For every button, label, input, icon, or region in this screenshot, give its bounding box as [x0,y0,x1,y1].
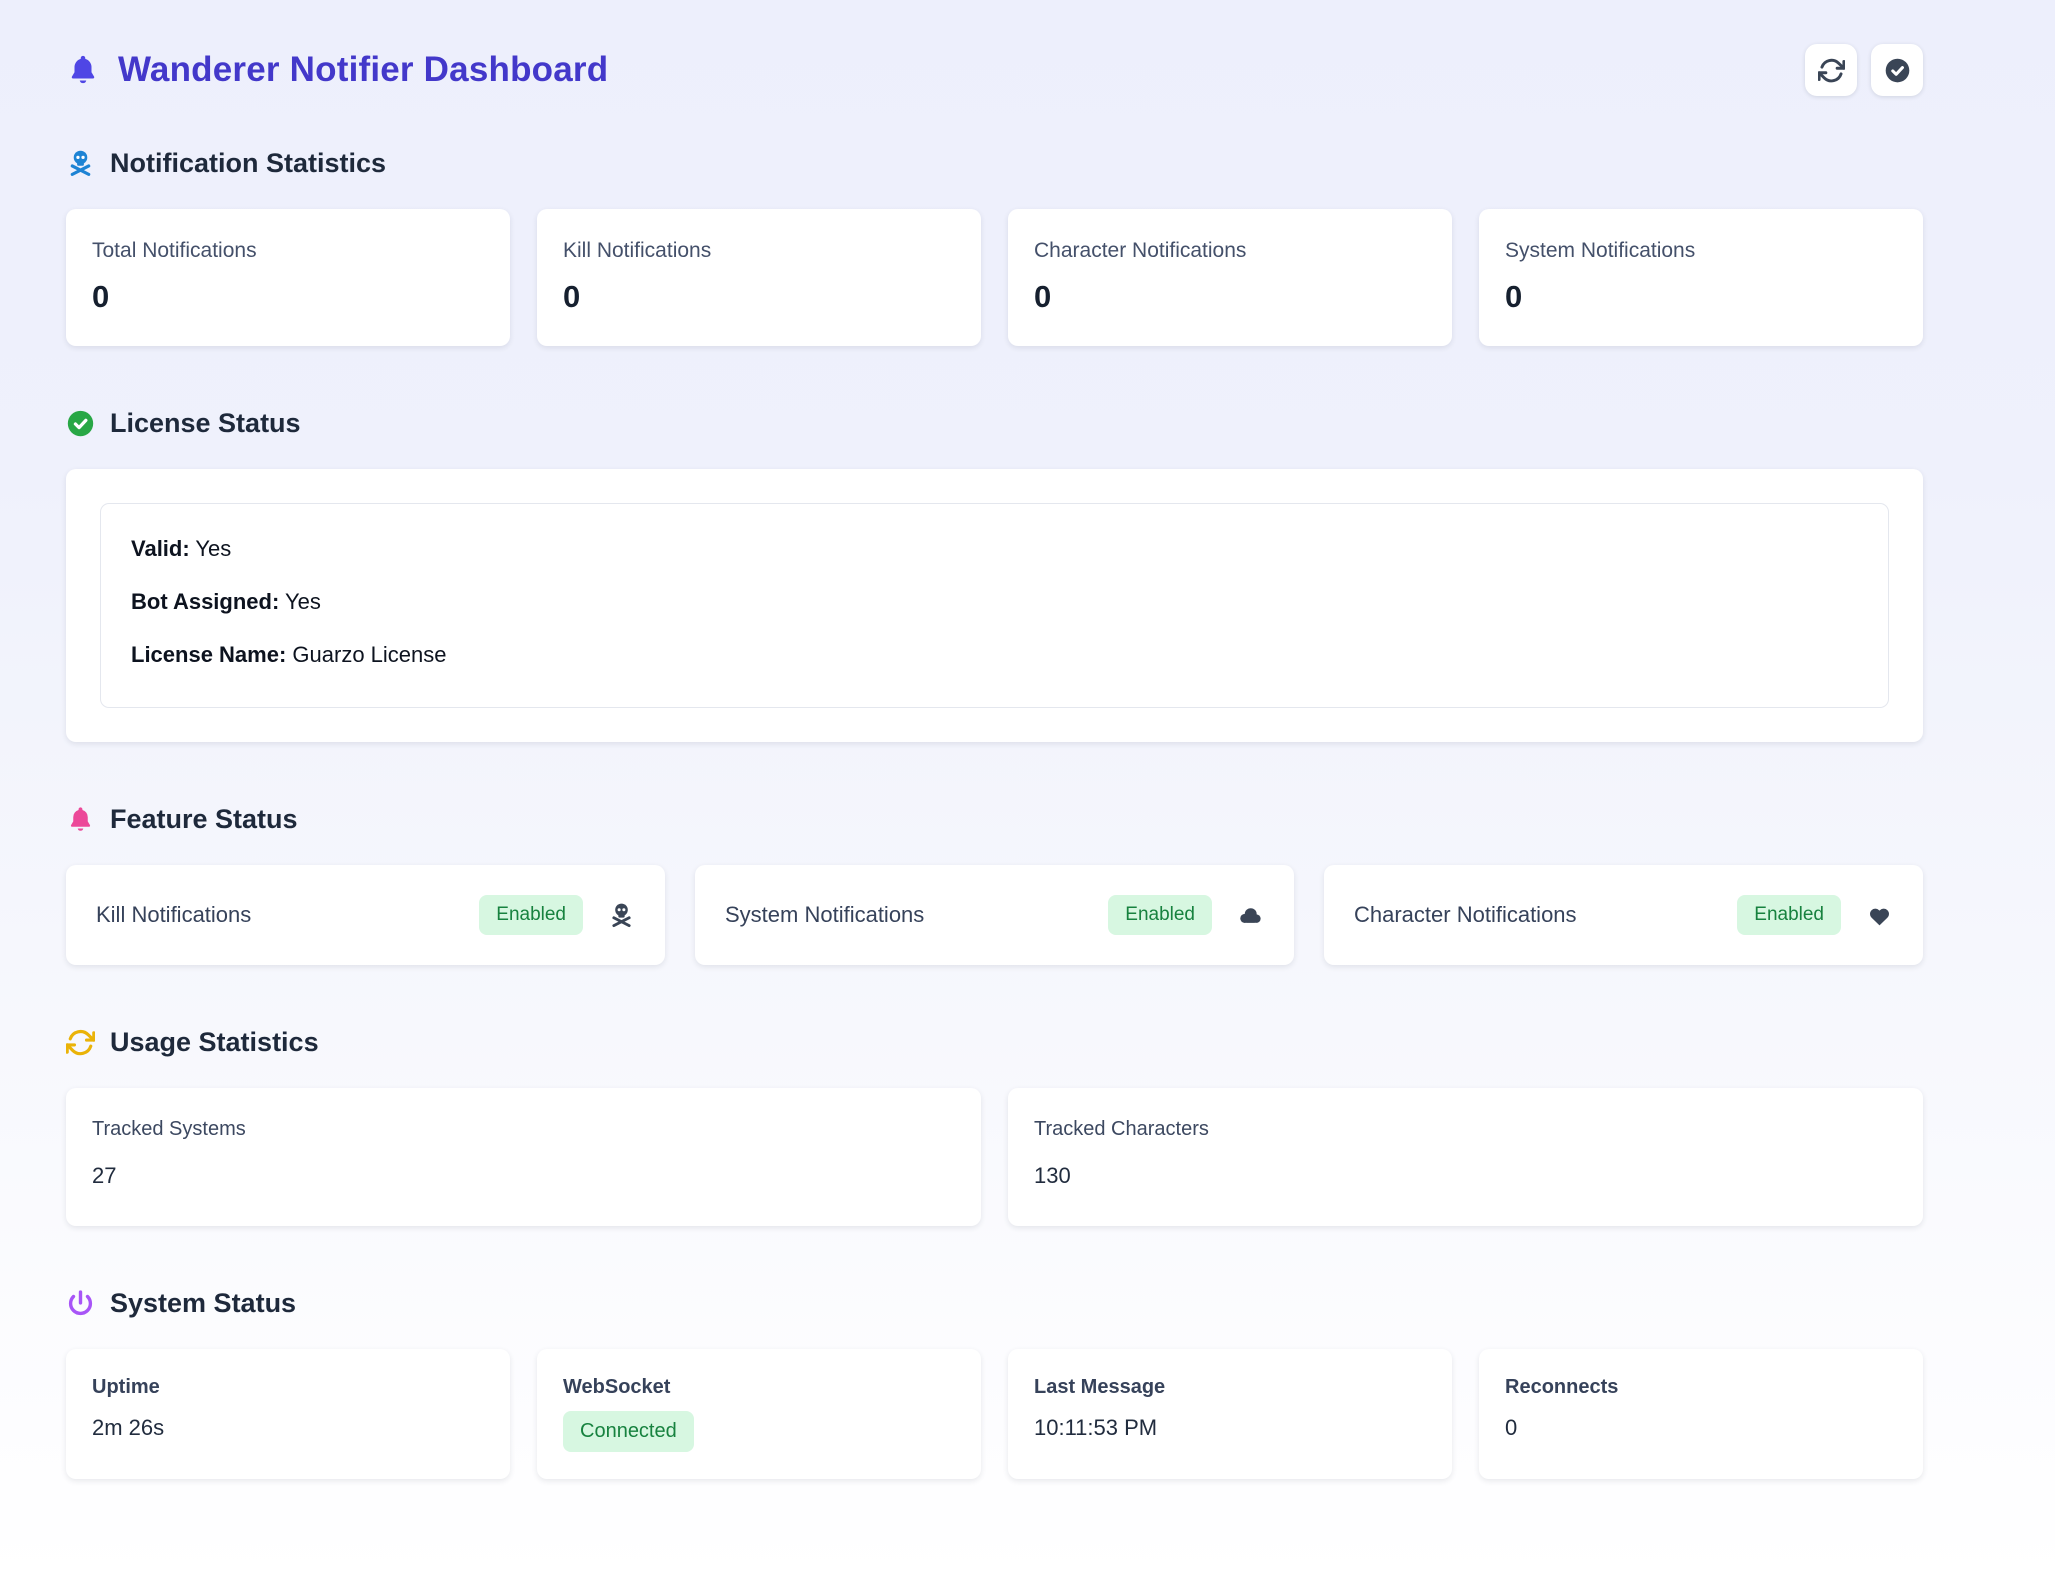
field-value: Guarzo License [292,642,446,667]
system-card-uptime: Uptime 2m 26s [66,1349,510,1479]
stat-card-character-notifications: Character Notifications 0 [1008,209,1452,346]
section-title: License Status [110,408,301,439]
section-title: Feature Status [110,804,298,835]
section-header: Usage Statistics [66,1027,1923,1058]
bell-icon [66,805,95,834]
feature-card-character-notifications: Character Notifications Enabled [1324,865,1923,965]
section-feature-status: Feature Status Kill Notifications Enable… [66,804,1923,965]
feature-card-kill-notifications: Kill Notifications Enabled [66,865,665,965]
stat-label: System Notifications [1505,239,1897,263]
system-card-last-message: Last Message 10:11:53 PM [1008,1349,1452,1479]
stat-card-kill-notifications: Kill Notifications 0 [537,209,981,346]
stat-value: 0 [1505,1415,1897,1441]
field-label: Bot Assigned: [131,589,279,614]
stat-value: 10:11:53 PM [1034,1415,1426,1441]
feature-label: System Notifications [725,902,924,928]
feature-status-group: Enabled [1108,895,1264,935]
refresh-icon [66,1028,95,1057]
section-title: System Status [110,1288,296,1319]
check-circle-icon [1884,57,1911,84]
status-badge: Enabled [479,895,583,935]
page-title: Wanderer Notifier Dashboard [118,50,608,90]
power-icon [66,1289,95,1318]
feature-label: Character Notifications [1354,902,1577,928]
license-valid-row: Valid: Yes [131,536,1858,562]
heart-icon [1866,902,1893,929]
header-actions [1805,44,1923,96]
license-card: Valid: Yes Bot Assigned: Yes License Nam… [66,469,1923,742]
stat-label: Tracked Characters [1034,1118,1897,1141]
stat-label: WebSocket [563,1376,955,1399]
system-status-grid: Uptime 2m 26s WebSocket Connected Last M… [66,1349,1923,1479]
field-value: Yes [285,589,321,614]
skull-crossbones-icon [66,149,95,178]
usage-card-tracked-characters: Tracked Characters 130 [1008,1088,1923,1226]
connection-status-badge: Connected [563,1411,694,1452]
stat-value: 2m 26s [92,1415,484,1441]
stat-value: 0 [92,279,484,315]
usage-card-tracked-systems: Tracked Systems 27 [66,1088,981,1226]
status-badge: Enabled [1108,895,1212,935]
section-header: Notification Statistics [66,148,1923,179]
stat-label: Tracked Systems [92,1118,955,1141]
refresh-button[interactable] [1805,44,1857,96]
status-check-button[interactable] [1871,44,1923,96]
notification-stats-grid: Total Notifications 0 Kill Notifications… [66,209,1923,346]
field-value: Yes [195,536,231,561]
section-usage-statistics: Usage Statistics Tracked Systems 27 Trac… [66,1027,1923,1226]
usage-stats-grid: Tracked Systems 27 Tracked Characters 13… [66,1088,1923,1226]
stat-value: 0 [1505,279,1897,315]
feature-status-grid: Kill Notifications Enabled System Notifi… [66,865,1923,965]
field-label: License Name: [131,642,286,667]
feature-status-group: Enabled [479,895,635,935]
section-title: Notification Statistics [110,148,386,179]
stat-label: Last Message [1034,1376,1426,1399]
stat-label: Total Notifications [92,239,484,263]
stat-label: Kill Notifications [563,239,955,263]
stat-card-total-notifications: Total Notifications 0 [66,209,510,346]
system-card-reconnects: Reconnects 0 [1479,1349,1923,1479]
license-bot-assigned-row: Bot Assigned: Yes [131,589,1858,615]
feature-label: Kill Notifications [96,902,251,928]
header-title-group: Wanderer Notifier Dashboard [66,50,608,90]
cloud-icon [1237,902,1264,929]
section-header: System Status [66,1288,1923,1319]
stat-value: 0 [563,279,955,315]
section-header: License Status [66,408,1923,439]
license-name-row: License Name: Guarzo License [131,642,1858,668]
system-card-websocket: WebSocket Connected [537,1349,981,1479]
section-header: Feature Status [66,804,1923,835]
stat-value: 130 [1034,1163,1897,1189]
stat-label: Character Notifications [1034,239,1426,263]
status-badge: Enabled [1737,895,1841,935]
stat-value: 0 [1034,279,1426,315]
feature-card-system-notifications: System Notifications Enabled [695,865,1294,965]
stat-card-system-notifications: System Notifications 0 [1479,209,1923,346]
feature-status-group: Enabled [1737,895,1893,935]
page-header: Wanderer Notifier Dashboard [66,44,1923,96]
section-notification-statistics: Notification Statistics Total Notificati… [66,148,1923,346]
stat-label: Uptime [92,1376,484,1399]
refresh-icon [1818,57,1845,84]
license-details: Valid: Yes Bot Assigned: Yes License Nam… [100,503,1889,708]
stat-value: 27 [92,1163,955,1189]
section-title: Usage Statistics [110,1027,319,1058]
dashboard-page: Wanderer Notifier Dashboard [0,0,2055,1581]
stat-label: Reconnects [1505,1376,1897,1399]
field-label: Valid: [131,536,190,561]
skull-crossbones-icon [608,902,635,929]
section-system-status: System Status Uptime 2m 26s WebSocket Co… [66,1288,1923,1479]
section-license-status: License Status Valid: Yes Bot Assigned: … [66,408,1923,742]
bell-icon [66,53,100,87]
check-circle-icon [66,409,95,438]
